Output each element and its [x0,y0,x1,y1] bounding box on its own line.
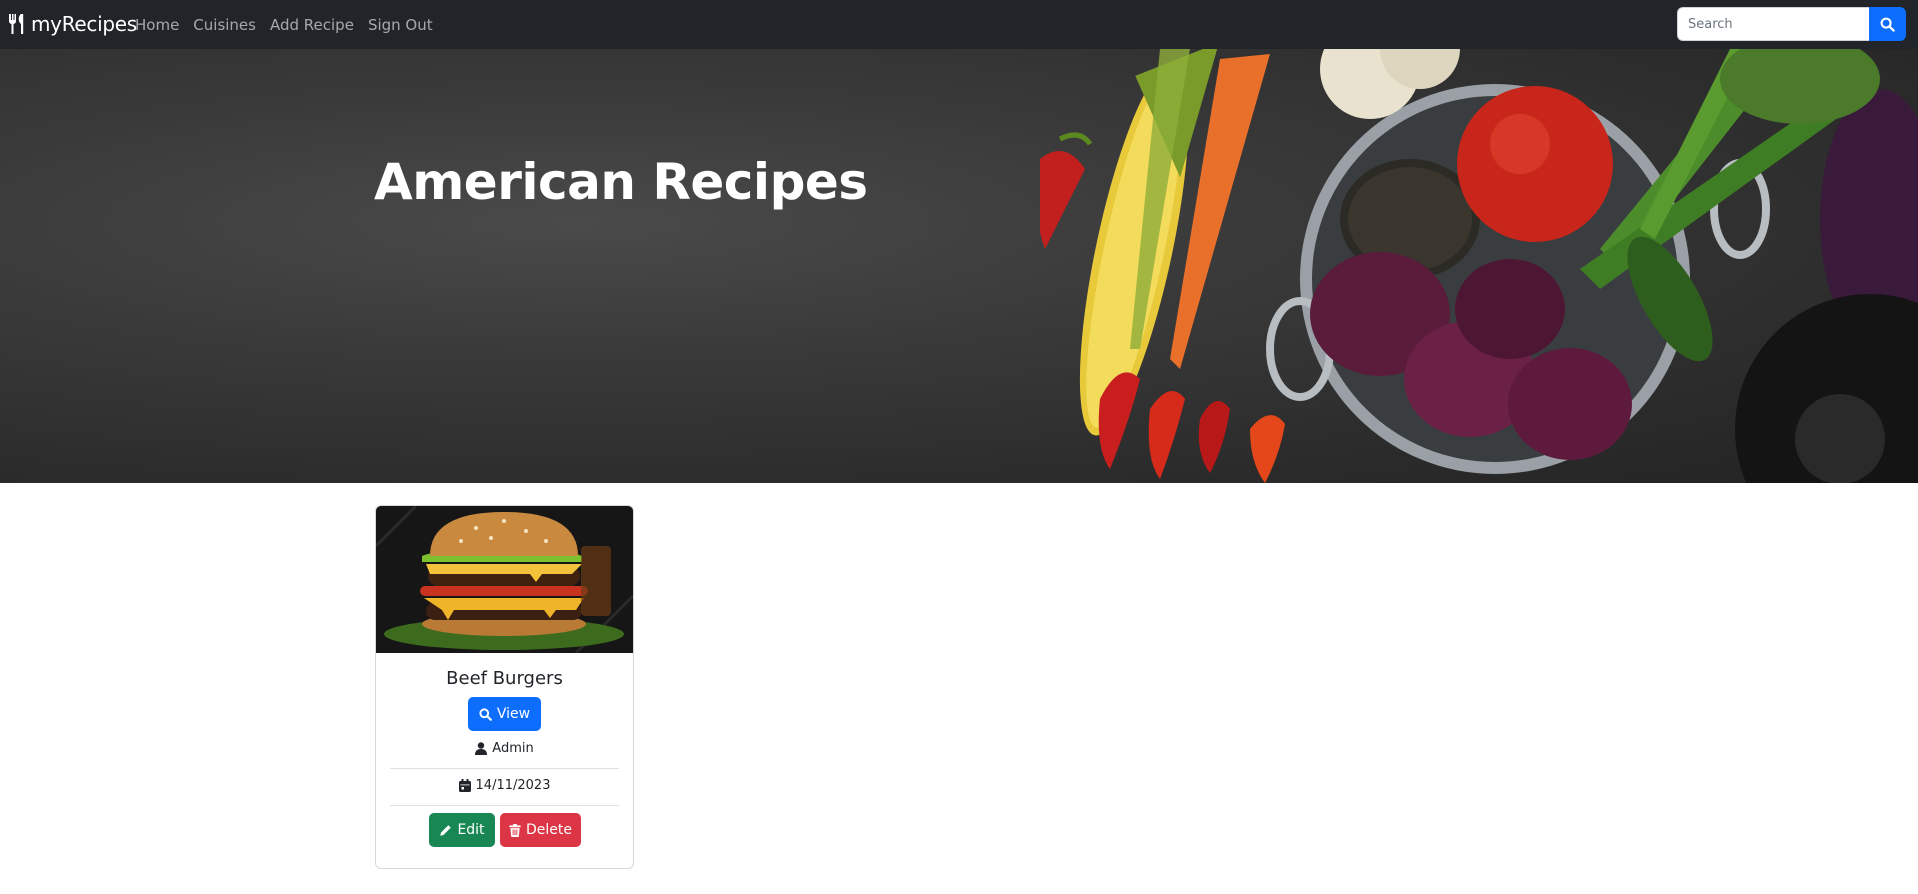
recipe-title: Beef Burgers [446,668,563,689]
pencil-icon [440,824,452,836]
date-text: 14/11/2023 [475,777,551,793]
nav-link-cuisines[interactable]: Cuisines [193,16,256,34]
edit-label: Edit [457,822,485,838]
recipe-image [376,506,633,653]
view-label: View [496,706,531,722]
nav-links: Home Cuisines Add Recipe Sign Out [135,0,447,49]
search-form [1677,7,1906,41]
vegetables-image [1040,49,1918,483]
search-icon [1880,17,1895,32]
delete-label: Delete [526,822,572,838]
calendar-icon [458,778,471,792]
utensils-icon [8,14,24,34]
nav-link-home[interactable]: Home [135,16,179,34]
divider [390,805,619,806]
search-button[interactable] [1869,7,1906,41]
recipe-author: Admin [376,738,633,758]
recipe-card: Beef Burgers View Admin 14/11/2023 Edit [375,505,634,869]
edit-button[interactable]: Edit [429,813,495,847]
page-title: American Recipes [374,153,868,211]
divider [390,768,619,769]
nav-link-add-recipe[interactable]: Add Recipe [270,16,354,34]
brand-label: myRecipes [31,12,137,36]
view-button[interactable]: View [468,697,541,731]
trash-icon [509,823,521,837]
brand-link[interactable]: myRecipes [8,10,137,38]
top-navbar: myRecipes Home Cuisines Add Recipe Sign … [0,0,1918,49]
hero-banner: American Recipes [0,49,1918,483]
search-icon [479,707,492,721]
author-name: Admin [492,740,534,756]
recipe-date: 14/11/2023 [376,775,633,795]
search-input[interactable] [1677,7,1869,41]
delete-button[interactable]: Delete [500,813,581,847]
user-icon [475,741,488,755]
nav-link-sign-out[interactable]: Sign Out [368,16,433,34]
